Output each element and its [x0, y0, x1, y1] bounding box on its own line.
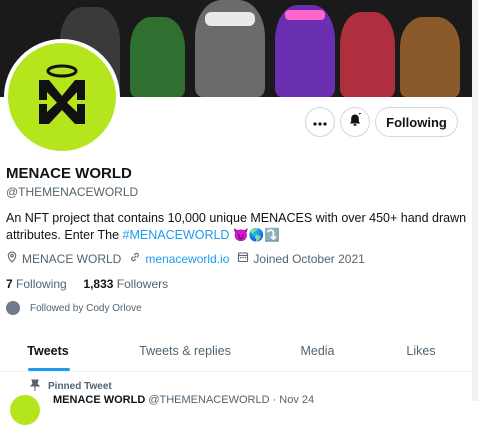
followers-count: 1,833: [83, 277, 114, 291]
profile-handle: @THEMENACEWORLD: [6, 185, 139, 199]
tab-likes[interactable]: Likes: [385, 331, 457, 371]
scrollbar[interactable]: [472, 0, 478, 401]
pinned-tweet-label: Pinned Tweet: [29, 379, 112, 394]
tab-tweets-label: Tweets: [27, 344, 69, 358]
active-tab-indicator: [28, 368, 70, 371]
profile-avatar[interactable]: [4, 39, 120, 155]
more-icon: [313, 113, 327, 131]
joined-date: Joined October 2021: [237, 251, 365, 266]
profile-tabs: Tweets Tweets & replies Media Likes: [0, 331, 472, 372]
profile-name: MENACE WORLD: [6, 165, 132, 182]
link-icon: [129, 251, 145, 266]
tweet-author-name: MENACE WORLD: [53, 394, 146, 406]
followers-label: Followers: [116, 277, 169, 291]
location-text: MENACE WORLD: [22, 251, 122, 266]
tab-tweets-replies-label: Tweets & replies: [139, 344, 231, 358]
location: MENACE WORLD: [6, 251, 121, 266]
pin-icon: [29, 379, 41, 394]
tab-tweets-replies[interactable]: Tweets & replies: [125, 331, 245, 371]
following-count: 7: [6, 277, 13, 291]
followers-link[interactable]: 1,833 Followers: [83, 277, 168, 291]
bio-hashtag-link[interactable]: #MENACEWORLD: [123, 228, 230, 242]
following-link[interactable]: 7 Following: [6, 277, 67, 291]
followed-by-text: Followed by Cody Orlove: [30, 302, 142, 314]
menace-logo: [8, 43, 116, 151]
joined-text: Joined October 2021: [253, 251, 365, 266]
website[interactable]: menaceworld.io: [129, 251, 229, 266]
following-label: Following: [16, 277, 67, 291]
profile-bio: An NFT project that contains 10,000 uniq…: [6, 210, 471, 244]
website-link[interactable]: menaceworld.io: [145, 252, 229, 266]
location-icon: [6, 251, 22, 266]
tab-media-label: Media: [300, 344, 335, 358]
tweet-author-avatar[interactable]: [10, 395, 40, 425]
calendar-icon: [237, 251, 253, 266]
tweet-header[interactable]: MENACE WORLD @THEMENACEWORLD · Nov 24: [53, 394, 314, 406]
profile-meta: MENACE WORLD menaceworld.io Joined Octob…: [6, 251, 373, 266]
notifications-button[interactable]: [340, 107, 370, 137]
more-button[interactable]: [305, 107, 335, 137]
tab-media[interactable]: Media: [280, 331, 355, 371]
follower-avatar: [6, 301, 20, 315]
bell-icon: [348, 112, 362, 132]
tab-tweets[interactable]: Tweets: [6, 331, 90, 371]
follow-counts: 7 Following 1,833 Followers: [6, 277, 168, 291]
tab-likes-label: Likes: [406, 344, 436, 358]
followed-by[interactable]: Followed by Cody Orlove: [6, 301, 142, 315]
following-button[interactable]: Following: [375, 107, 458, 137]
bio-emojis: 😈🌎⤵️: [232, 228, 280, 242]
tweet-handle-date: @THEMENACEWORLD · Nov 24: [148, 394, 315, 406]
pinned-text: Pinned Tweet: [48, 381, 112, 392]
